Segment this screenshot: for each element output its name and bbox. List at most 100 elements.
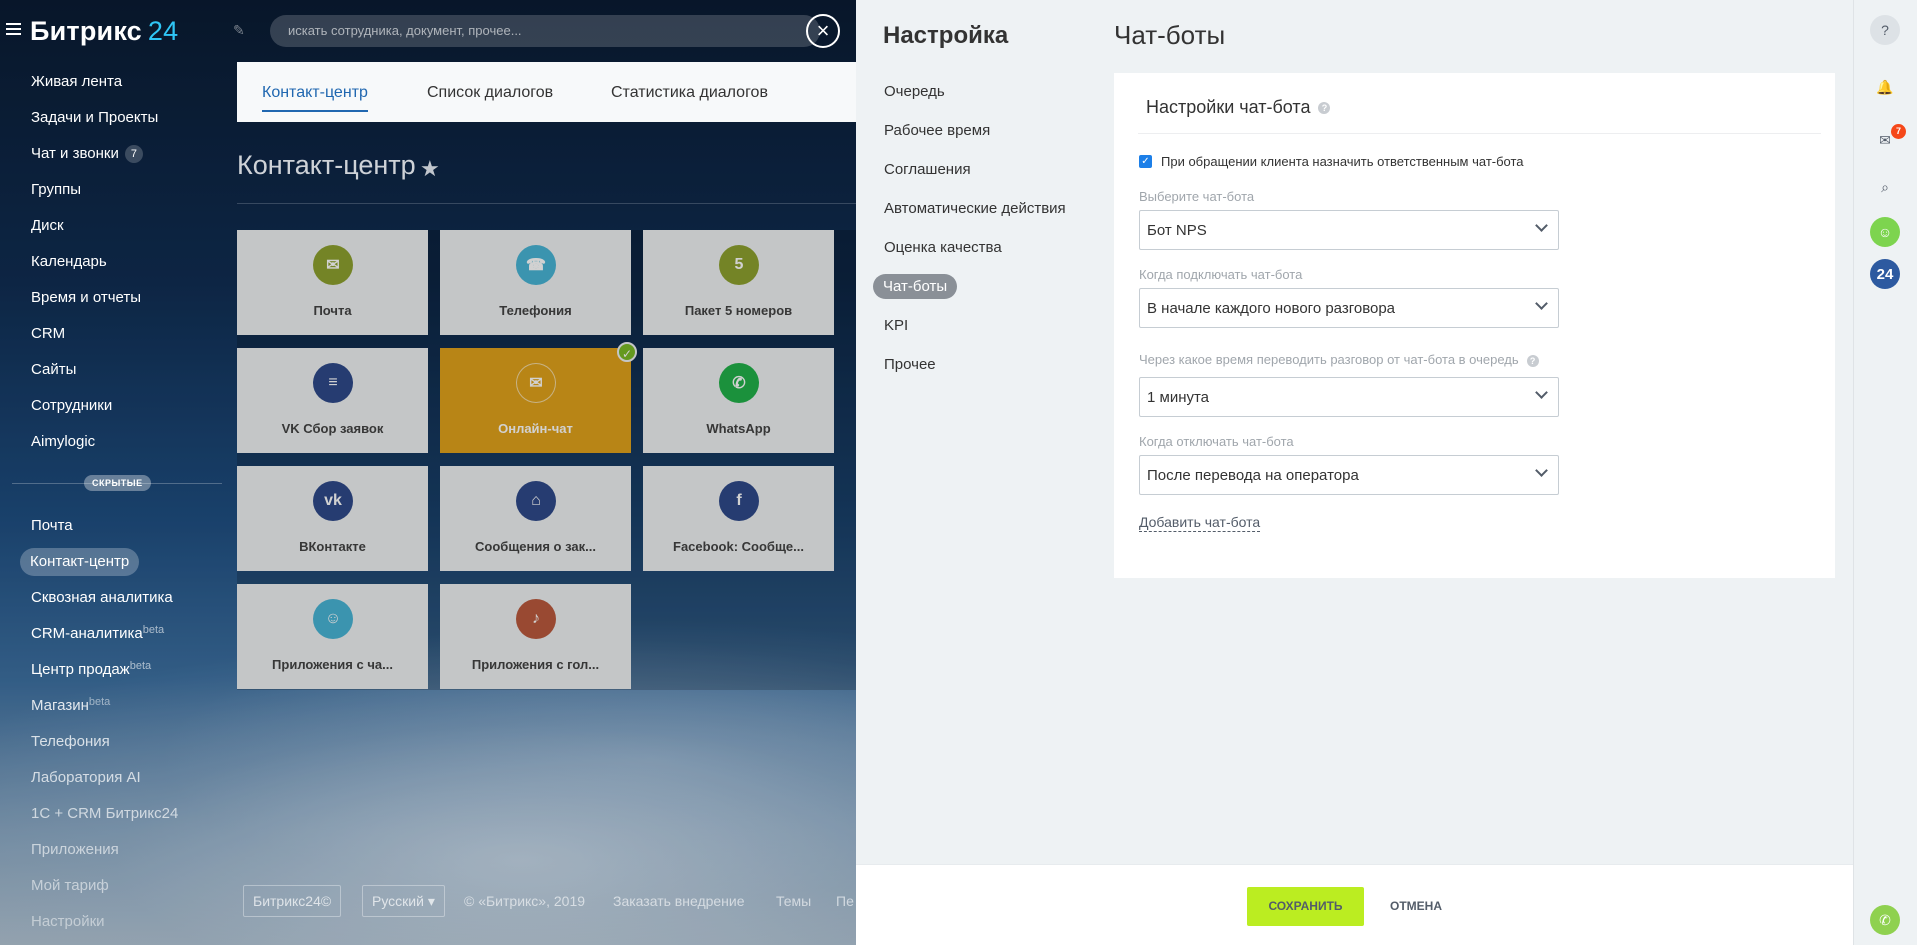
menu-item[interactable]: Сотрудники	[0, 392, 230, 428]
tab-contact-center[interactable]: Контакт-центр	[262, 84, 368, 112]
menu-item[interactable]: Время и отчеты	[0, 284, 230, 320]
connector-tile[interactable]: ☺ Приложения с ча...	[237, 584, 428, 689]
mail-icon: ✉	[313, 245, 353, 285]
menu-item-label: Лаборатория AI	[31, 769, 141, 786]
menu-item-label: Группы	[31, 181, 81, 198]
edit-pen-icon[interactable]: ✎	[233, 22, 249, 38]
portal-logo[interactable]: Битрикс 24	[30, 16, 178, 47]
menu-item[interactable]: Магазинbeta	[0, 692, 230, 728]
settings-nav-item[interactable]: KPI	[872, 312, 1072, 351]
menu-item[interactable]: Телефония	[0, 728, 230, 764]
connector-tile[interactable]: ✉ Онлайн-чат ✓	[440, 342, 637, 453]
connector-tile[interactable]: ✆ WhatsApp	[643, 348, 834, 453]
footer-copyright: © «Битрикс», 2019	[464, 893, 586, 909]
settings-nav-item[interactable]: Соглашения	[872, 156, 1072, 195]
menu-item-label: Магазин	[31, 697, 89, 714]
connector-tile[interactable]: ⌂ Сообщения о зак...	[440, 466, 631, 571]
add-chatbot-link[interactable]: Добавить чат-бота	[1139, 514, 1261, 532]
menu-item[interactable]: Центр продажbeta	[0, 656, 230, 692]
favorite-star-icon[interactable]: ★	[420, 156, 440, 182]
menu-item[interactable]: Почта	[0, 512, 230, 548]
settings-nav-item[interactable]: Рабочее время	[872, 117, 1072, 156]
print-link[interactable]: Пе	[836, 893, 854, 909]
connector-tile[interactable]: ≡ VK Сбор заявок	[237, 348, 428, 453]
tab-dialog-list[interactable]: Список диалогов	[427, 84, 553, 102]
order-implementation-link[interactable]: Заказать внедрение	[613, 893, 745, 909]
connector-tile[interactable]: ♪ Приложения с гол...	[440, 584, 631, 689]
language-select[interactable]: Русский ▾	[362, 885, 445, 917]
notifications-bell-icon[interactable]: 🔔	[1870, 72, 1900, 102]
connector-tile[interactable]: 5 Пакет 5 номеров	[643, 230, 834, 335]
settings-nav-label: Чат-боты	[873, 274, 958, 299]
transfer-time-select[interactable]: 1 минута	[1139, 377, 1559, 417]
close-slider-icon[interactable]: ×	[806, 14, 840, 48]
left-menu: Живая лента Задачи и Проекты Чат и звонки 7…	[0, 68, 230, 464]
menu-item[interactable]: Aimylogic	[0, 428, 230, 464]
footer-brand-button[interactable]: Битрикс24©	[243, 885, 342, 917]
hidden-label[interactable]: СКРЫТЫЕ	[84, 475, 151, 491]
menu-item-label: Живая лента	[31, 73, 123, 90]
menu-item[interactable]: Лаборатория AI	[0, 764, 230, 800]
choose-bot-label: Выберите чат-бота	[1139, 189, 1255, 204]
when-disable-select[interactable]: После перевода на оператора	[1139, 455, 1559, 495]
vk-leads-icon: ≡	[313, 363, 353, 403]
settings-nav-item[interactable]: Оценка качества	[872, 234, 1072, 273]
menu-item[interactable]: Настройки	[0, 908, 230, 944]
slider-bottom-bar: СОХРАНИТЬ ОТМЕНА	[856, 864, 1853, 945]
connector-tile[interactable]: ☎ Телефония	[440, 230, 631, 335]
menu-item[interactable]: Живая лента	[0, 68, 230, 104]
settings-nav-item[interactable]: Очередь	[872, 78, 1072, 117]
menu-item[interactable]: CRM	[0, 320, 230, 356]
menu-item[interactable]: Приложения	[0, 836, 230, 872]
menu-item[interactable]: 1С + CRM Битрикс24	[0, 800, 230, 836]
menu-item-label: Время и отчеты	[31, 289, 142, 306]
menu-item[interactable]: Контакт-центр	[0, 548, 230, 584]
voice-apps-icon: ♪	[516, 599, 556, 639]
help-icon[interactable]: ?	[1318, 102, 1331, 115]
search-input[interactable]: искать сотрудника, документ, прочее...	[270, 15, 820, 47]
assign-bot-checkbox-row[interactable]: ✓ При обращении клиента назначить ответст…	[1139, 154, 1524, 169]
themes-link[interactable]: Темы	[776, 893, 811, 909]
help-icon[interactable]: ?	[1526, 354, 1539, 367]
whatsapp-icon: ✆	[719, 363, 759, 403]
assign-bot-checkbox-label: При обращении клиента назначить ответств…	[1161, 154, 1524, 169]
connector-tile-label: Пакет 5 номеров	[684, 303, 793, 318]
cancel-button[interactable]: ОТМЕНА	[1380, 887, 1452, 926]
settings-slider: Настройка Очередь Рабочее время Соглашения…	[856, 0, 1853, 945]
menu-item-label: Телефония	[31, 733, 110, 750]
chevron-down-icon	[1535, 297, 1548, 310]
menu-item[interactable]: Сквозная аналитика	[0, 584, 230, 620]
connector-tile[interactable]: vk ВКонтакте	[237, 466, 428, 571]
connector-tile-label: Онлайн-чат	[498, 421, 573, 436]
menu-item[interactable]: CRM-аналитикаbeta	[0, 620, 230, 656]
chatbot-icon[interactable]: ☺	[1870, 217, 1900, 247]
save-button[interactable]: СОХРАНИТЬ	[1247, 887, 1364, 926]
settings-nav-item[interactable]: Чат-боты	[872, 273, 1072, 312]
tab-dialog-stats[interactable]: Статистика диалогов	[611, 84, 768, 102]
menu-item[interactable]: Диск	[0, 212, 230, 248]
b24-network-icon[interactable]: 24	[1870, 259, 1900, 289]
menu-item[interactable]: Календарь	[0, 248, 230, 284]
phone-icon[interactable]: ✆	[1870, 905, 1900, 935]
choose-bot-select[interactable]: Бот NPS	[1139, 210, 1559, 250]
messenger-badge: 7	[1891, 124, 1906, 139]
settings-nav-item[interactable]: Автоматические действия	[872, 195, 1072, 234]
connector-tile[interactable]: f Facebook: Сообще...	[643, 466, 834, 571]
chevron-down-icon	[1535, 464, 1548, 477]
search-icon[interactable]: ⌕	[1870, 172, 1900, 202]
chevron-down-icon	[1535, 219, 1548, 232]
menu-item[interactable]: Группы	[0, 176, 230, 212]
menu-item-label: Чат и звонки	[31, 145, 119, 162]
menu-burger-icon[interactable]	[6, 23, 21, 36]
settings-nav-item[interactable]: Прочее	[872, 351, 1072, 390]
menu-item[interactable]: Задачи и Проекты	[0, 104, 230, 140]
checkbox-checked-icon[interactable]: ✓	[1139, 155, 1152, 169]
menu-item[interactable]: Сайты	[0, 356, 230, 392]
vk-icon: vk	[313, 481, 353, 521]
menu-item[interactable]: Чат и звонки 7	[0, 140, 230, 176]
menu-item[interactable]: Мой тариф	[0, 872, 230, 908]
phone-icon: ☎	[516, 245, 556, 285]
connector-tile[interactable]: ✉ Почта	[237, 230, 428, 335]
help-icon[interactable]: ?	[1870, 15, 1900, 45]
when-connect-select[interactable]: В начале каждого нового разговора	[1139, 288, 1559, 328]
